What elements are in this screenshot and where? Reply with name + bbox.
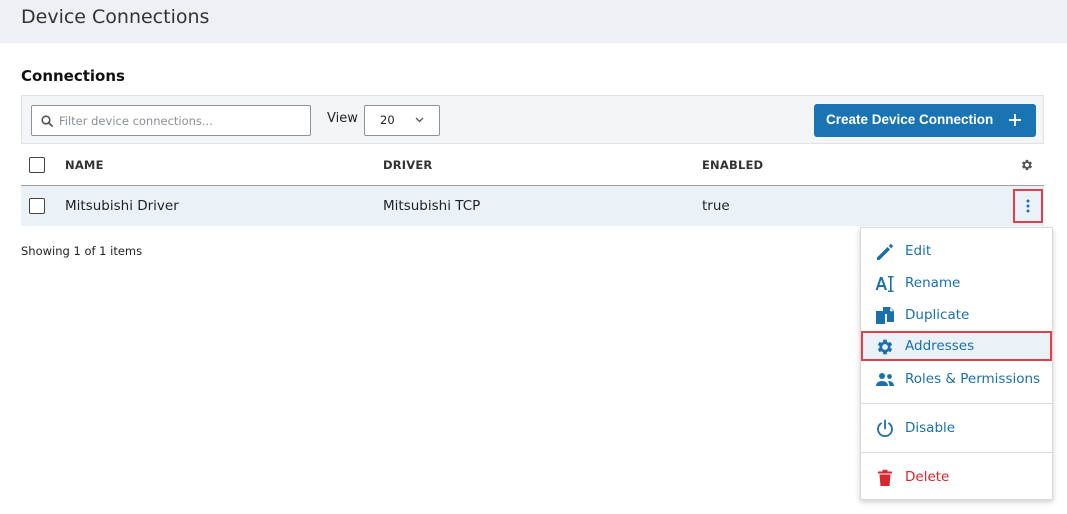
cell-enabled: true [702, 198, 730, 214]
menu-item-rename[interactable]: Rename [861, 268, 1052, 298]
page-header: Device Connections [0, 0, 1067, 43]
menu-item-disable[interactable]: Disable [861, 413, 1052, 443]
cell-driver: Mitsubishi TCP [383, 198, 481, 214]
create-button-label: Create Device Connection [826, 112, 994, 127]
menu-item-addresses[interactable]: Addresses [861, 331, 1052, 361]
view-label: View [327, 111, 358, 126]
section-title: Connections [21, 67, 125, 85]
gear-icon [877, 339, 893, 355]
column-header-driver[interactable]: DRIVER [383, 158, 433, 172]
menu-item-label: Rename [905, 275, 961, 291]
row-actions-menu: Edit Rename Duplicate Addresses Roles & … [860, 227, 1053, 500]
menu-item-label: Edit [905, 243, 932, 259]
power-icon [877, 419, 893, 437]
plus-icon [1009, 114, 1021, 126]
search-icon [41, 115, 53, 127]
create-device-connection-button[interactable]: Create Device Connection [814, 104, 1036, 137]
cell-name: Mitsubishi Driver [65, 198, 179, 214]
menu-item-label: Roles & Permissions [905, 371, 1041, 387]
kebab-vertical-icon [1026, 199, 1030, 213]
menu-item-duplicate[interactable]: Duplicate [861, 300, 1052, 330]
page-title: Device Connections [21, 6, 210, 28]
trash-icon [878, 469, 892, 486]
search-box [31, 105, 311, 136]
column-header-enabled[interactable]: ENABLED [702, 158, 763, 172]
menu-item-label: Duplicate [905, 307, 970, 323]
menu-item-delete[interactable]: Delete [861, 462, 1052, 492]
menu-divider [861, 403, 1052, 404]
users-icon [876, 373, 894, 386]
select-all-checkbox[interactable] [29, 157, 45, 173]
table-toolbar: View 20 Create Device Connection [21, 95, 1044, 144]
gear-icon[interactable] [1020, 158, 1034, 172]
page-size-value: 20 [380, 113, 395, 127]
search-input[interactable] [59, 111, 307, 131]
duplicate-icon [876, 307, 894, 324]
menu-item-edit[interactable]: Edit [861, 236, 1052, 266]
chevron-down-icon [415, 117, 424, 123]
column-header-name[interactable]: NAME [65, 158, 104, 172]
rename-text-icon [875, 276, 894, 292]
pencil-icon [877, 244, 893, 260]
row-checkbox[interactable] [29, 198, 45, 214]
row-actions-button[interactable] [1013, 189, 1043, 223]
page-size-select[interactable]: 20 [364, 105, 440, 136]
pagination-summary: Showing 1 of 1 items [21, 244, 143, 258]
menu-divider [861, 452, 1052, 453]
menu-item-label: Addresses [905, 338, 975, 354]
menu-item-roles-permissions[interactable]: Roles & Permissions [861, 364, 1052, 394]
menu-item-label: Disable [905, 420, 956, 436]
menu-item-label: Delete [905, 469, 950, 485]
